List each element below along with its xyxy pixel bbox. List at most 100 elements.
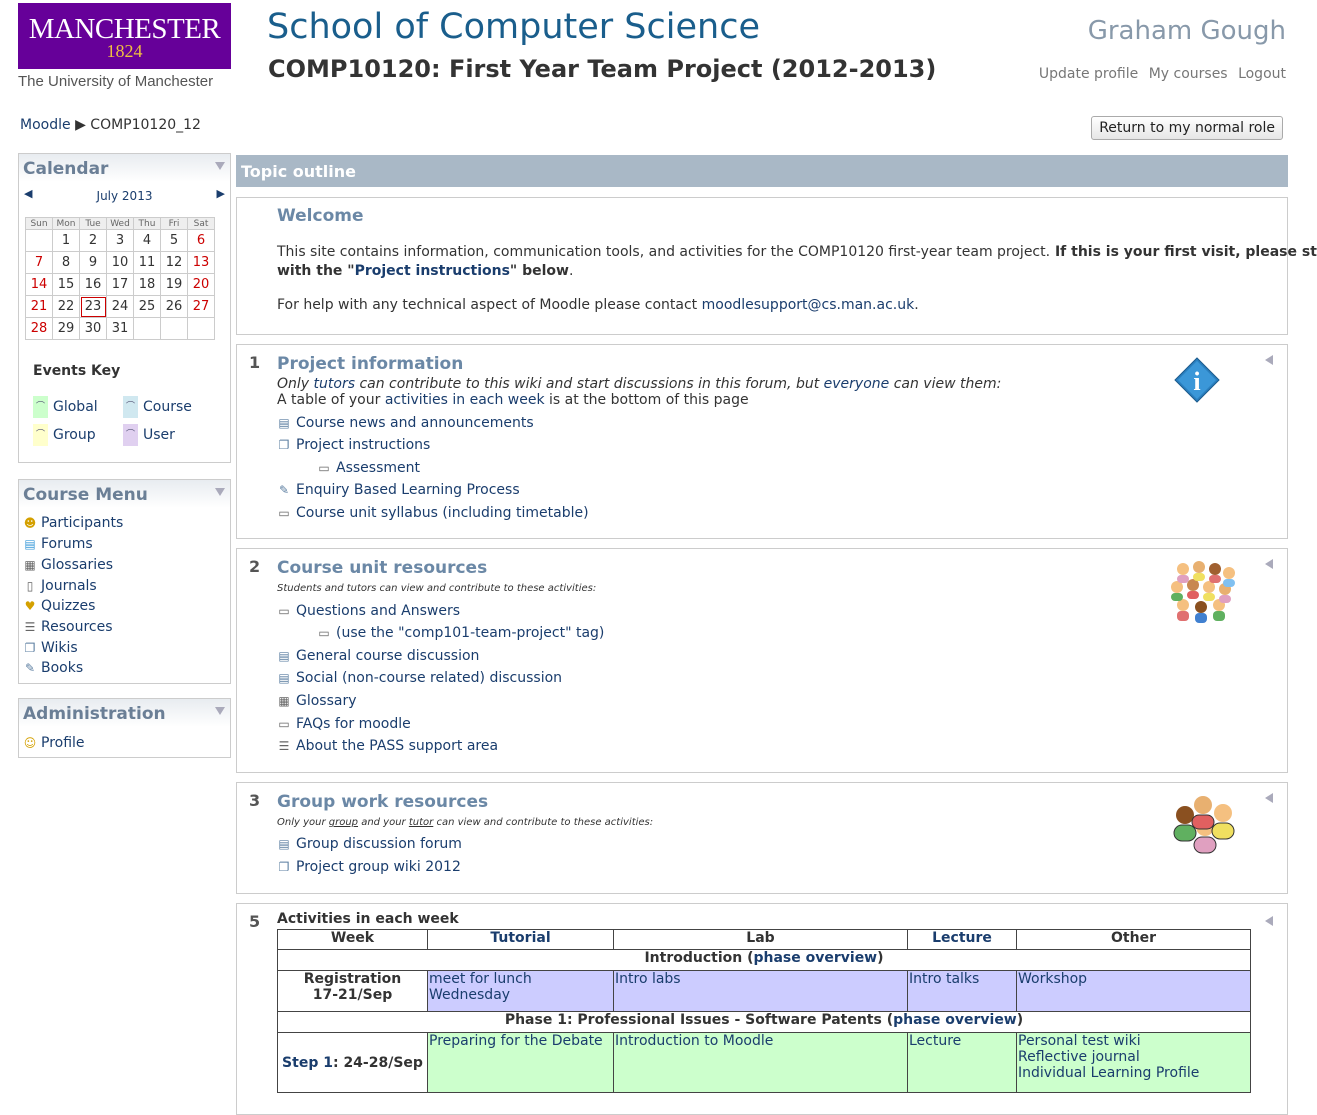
lecture-cell: Lecture — [907, 1032, 1017, 1093]
calendar-day[interactable]: 3 — [106, 229, 134, 252]
calendar-day[interactable]: 27 — [187, 295, 215, 318]
menu-books[interactable]: ✎ Books — [23, 660, 83, 676]
calendar-day[interactable]: 22 — [52, 295, 80, 318]
calendar-day[interactable]: 20 — [187, 273, 215, 296]
tutors-link[interactable]: tutors — [314, 376, 355, 392]
calendar-day[interactable]: 14 — [25, 273, 53, 296]
wiki-icon: ❐ — [278, 438, 290, 452]
menu-resources[interactable]: ☰ Resources — [23, 619, 113, 635]
other-link[interactable]: Individual Learning Profile — [1018, 1065, 1249, 1081]
group-link[interactable]: group — [329, 817, 358, 828]
activity-project-group-wiki[interactable]: ❐ Project group wiki 2012 — [277, 859, 461, 875]
calendar-day[interactable]: 13 — [187, 251, 215, 274]
calendar-day[interactable]: 6 — [187, 229, 215, 252]
tutorial-link[interactable]: meet for lunch Wednesday — [429, 971, 532, 1003]
return-normal-role-button[interactable]: Return to my normal role — [1091, 116, 1283, 140]
calendar-day[interactable]: 11 — [133, 251, 161, 274]
menu-wikis[interactable]: ❐ Wikis — [23, 640, 78, 656]
next-month-icon[interactable]: ▶ — [217, 187, 225, 200]
calendar-day[interactable]: 21 — [25, 295, 53, 318]
other-link[interactable]: Reflective journal — [1018, 1049, 1249, 1065]
tutors-link[interactable]: tutors — [347, 583, 377, 594]
welcome-help-line: For help with any technical aspect of Mo… — [277, 297, 919, 313]
collapse-section-icon[interactable] — [1265, 559, 1273, 569]
menu-glossaries[interactable]: ▦ Glossaries — [23, 557, 113, 573]
calendar-day[interactable]: 17 — [106, 273, 134, 296]
activity-course-news[interactable]: ▤ Course news and announcements — [277, 415, 533, 431]
activity-general-discussion[interactable]: ▤ General course discussion — [277, 648, 479, 664]
project-instructions-link[interactable]: Project instructions — [355, 263, 510, 279]
activity-questions-answers[interactable]: ▭ Questions and Answers — [277, 603, 460, 619]
activity-glossary[interactable]: ▦ Glossary — [277, 693, 356, 709]
collapse-section-icon[interactable] — [1265, 793, 1273, 803]
menu-journals[interactable]: ▯ Journals — [23, 578, 97, 594]
activity-project-instructions[interactable]: ❐ Project instructions — [277, 437, 431, 453]
menu-participants[interactable]: ☻ Participants — [23, 515, 124, 531]
activity-course-syllabus[interactable]: ▭ Course unit syllabus (including timetab… — [277, 505, 588, 521]
menu-profile[interactable]: ☺ Profile — [23, 735, 85, 751]
collapse-calendar-icon[interactable] — [215, 162, 225, 170]
activity-faqs-moodle[interactable]: ▭ FAQs for moodle — [277, 716, 410, 732]
calendar-day[interactable]: 9 — [79, 251, 107, 274]
step-link[interactable]: Step 1 — [282, 1055, 333, 1071]
calendar-day[interactable]: 24 — [106, 295, 134, 318]
calendar-day[interactable]: 5 — [160, 229, 188, 252]
everyone-link[interactable]: everyone — [824, 376, 890, 392]
events-key-user[interactable]: ⌒ User — [123, 424, 175, 446]
activities-each-week-link[interactable]: activities in each week — [385, 392, 545, 408]
calendar-day[interactable]: 16 — [79, 273, 107, 296]
calendar-day-today[interactable]: 23 — [79, 295, 107, 318]
breadcrumb-moodle[interactable]: Moodle — [20, 117, 71, 133]
activity-assessment[interactable]: ▭ Assessment — [317, 460, 420, 476]
column-header-tutorial[interactable]: Tutorial — [427, 929, 614, 950]
activity-group-discussion-forum[interactable]: ▤ Group discussion forum — [277, 836, 462, 852]
phase-overview-link[interactable]: phase overview — [753, 950, 877, 966]
calendar-day[interactable]: 15 — [52, 273, 80, 296]
other-link[interactable]: Personal test wiki — [1018, 1033, 1249, 1049]
other-link[interactable]: Workshop — [1018, 971, 1087, 987]
calendar-day[interactable]: 2 — [79, 229, 107, 252]
update-profile-link[interactable]: Update profile — [1039, 66, 1138, 82]
collapse-course-menu-icon[interactable] — [215, 488, 225, 496]
logout-link[interactable]: Logout — [1238, 66, 1286, 82]
my-courses-link[interactable]: My courses — [1149, 66, 1228, 82]
collapse-section-icon[interactable] — [1265, 916, 1273, 926]
activity-social-discussion[interactable]: ▤ Social (non-course related) discussion — [277, 670, 562, 686]
activity-team-project-tag[interactable]: ▭ (use the "comp101-team-project" tag) — [317, 625, 604, 641]
calendar-day[interactable]: 26 — [160, 295, 188, 318]
collapse-administration-icon[interactable] — [215, 707, 225, 715]
calendar-day[interactable]: 19 — [160, 273, 188, 296]
lecture-link[interactable]: Intro talks — [909, 971, 979, 987]
lab-link[interactable]: Intro labs — [615, 971, 681, 987]
calendar-day[interactable]: 28 — [25, 317, 53, 340]
calendar-day[interactable]: 12 — [160, 251, 188, 274]
events-key-group[interactable]: ⌒ Group — [33, 424, 96, 446]
tutor-link[interactable]: tutor — [409, 817, 433, 828]
menu-forums[interactable]: ▤ Forums — [23, 536, 92, 552]
calendar-day[interactable]: 18 — [133, 273, 161, 296]
calendar-month[interactable]: July 2013 — [19, 189, 230, 203]
calendar-day[interactable]: 1 — [52, 229, 80, 252]
calendar-day[interactable]: 4 — [133, 229, 161, 252]
menu-quizzes[interactable]: ♥ Quizzes — [23, 598, 96, 614]
events-key-course[interactable]: ⌒ Course — [123, 396, 192, 418]
calendar-day[interactable]: 10 — [106, 251, 134, 274]
calendar-day[interactable]: 31 — [106, 317, 134, 340]
lab-link[interactable]: Introduction to Moodle — [615, 1033, 773, 1049]
calendar-day[interactable]: 29 — [52, 317, 80, 340]
collapse-section-icon[interactable] — [1265, 355, 1273, 365]
tutorial-link[interactable]: Preparing for the Debate — [429, 1033, 603, 1049]
calendar-day[interactable]: 25 — [133, 295, 161, 318]
university-logo[interactable]: MANCHESTER 1824 — [18, 3, 231, 69]
activity-enquiry-based-learning[interactable]: ✎ Enquiry Based Learning Process — [277, 482, 520, 498]
phase-overview-link[interactable]: phase overview — [893, 1012, 1017, 1028]
lecture-link[interactable]: Lecture — [909, 1033, 961, 1049]
moodle-support-email-link[interactable]: moodlesupport@cs.man.ac.uk — [702, 297, 915, 313]
events-key-global[interactable]: ⌒ Global — [33, 396, 98, 418]
calendar-day[interactable]: 8 — [52, 251, 80, 274]
activity-pass-support[interactable]: ☰ About the PASS support area — [277, 738, 498, 754]
column-header-lecture[interactable]: Lecture — [907, 929, 1017, 950]
students-link[interactable]: Students — [277, 583, 322, 594]
calendar-day[interactable]: 7 — [25, 251, 53, 274]
calendar-day[interactable]: 30 — [79, 317, 107, 340]
